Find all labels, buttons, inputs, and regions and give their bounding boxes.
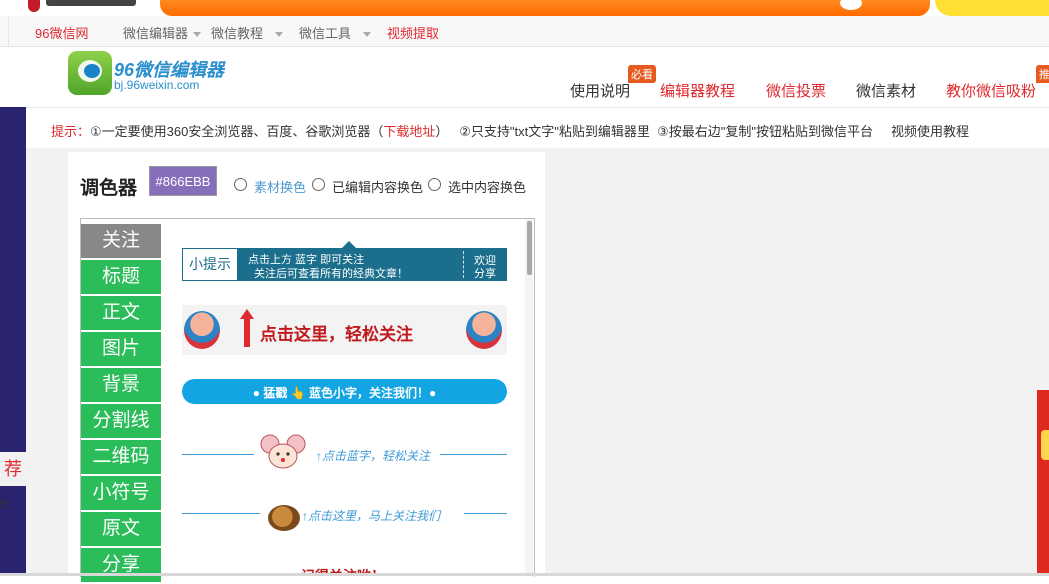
top-navigation: 96微信网 微信编辑器 微信教程 微信工具 视频提取 xyxy=(0,16,1049,47)
nav-editor[interactable]: 微信编辑器 xyxy=(123,23,202,42)
material-3-text: ● 猛戳 👆 蓝色小字，关注我们！● xyxy=(252,386,437,400)
radio-selected-recolor[interactable] xyxy=(428,178,441,191)
recommend-badge: 推 xyxy=(1036,65,1049,83)
right-ad-strip[interactable] xyxy=(1037,390,1049,576)
tip-paren: ） xyxy=(435,124,449,139)
radio-edited-recolor[interactable] xyxy=(312,178,325,191)
nav-tutorial[interactable]: 微信教程 xyxy=(211,23,284,42)
nav-gain-fans[interactable]: 教你微信吸粉 xyxy=(946,80,1036,101)
material-follow-tip[interactable]: 小提示 点击上方 蓝字 即可关注 关注后可查看所有的经典文章！ 欢迎 分享 xyxy=(182,241,507,281)
nav-tools[interactable]: 微信工具 xyxy=(299,23,372,42)
nav-tutorial-label: 微信教程 xyxy=(211,26,264,41)
ad-yellow-button[interactable] xyxy=(935,0,1049,16)
category-image[interactable]: 图片 xyxy=(81,332,161,368)
top-ad-banner[interactable] xyxy=(0,0,1049,16)
category-share[interactable]: 分享 xyxy=(81,548,161,584)
divider-line xyxy=(440,454,507,455)
tip-text: 提示：①一定要使用360安全浏览器、百度、谷歌浏览器（下载地址） ②只支持"tx… xyxy=(51,121,969,140)
material-5-text[interactable]: ↑点击这里，马上关注我们 xyxy=(302,507,440,524)
material-4-text[interactable]: ↑点击蓝字，轻松关注 xyxy=(316,447,430,464)
dashed-divider xyxy=(463,251,465,278)
divider xyxy=(8,16,9,46)
must-see-badge: 必看 xyxy=(628,65,656,83)
material-blue-pill[interactable]: ● 猛戳 👆 蓝色小字，关注我们！● xyxy=(182,379,507,404)
cartoon-mouse-icon[interactable] xyxy=(258,434,308,474)
video-tutorial-link[interactable]: 视频使用教程 xyxy=(891,124,969,139)
radio-material-recolor[interactable] xyxy=(234,178,247,191)
arrow-shaft xyxy=(244,317,250,347)
share-label: 分享 xyxy=(474,268,496,280)
material-line-2: 关注后可查看所有的经典文章！ xyxy=(254,268,408,280)
ad-label: 告 xyxy=(0,500,10,511)
tip-browser-note: ①一定要使用360安全浏览器、百度、谷歌浏览器（ xyxy=(90,124,384,139)
logo-bubble-icon xyxy=(84,64,100,78)
radio-selected-recolor-label[interactable]: 选中内容换色 xyxy=(448,177,526,196)
nav-site-home[interactable]: 96微信网 xyxy=(35,23,88,42)
color-picker-label: 调色器 xyxy=(80,178,138,199)
scrollbar-thumb[interactable] xyxy=(527,221,532,275)
category-qrcode[interactable]: 二维码 xyxy=(81,440,161,476)
material-2-text: 点击这里，轻松关注 xyxy=(260,325,413,344)
tip-txt-note: ②只支持"txt文字"粘贴到编辑器里 xyxy=(459,124,650,139)
pointer-notch xyxy=(342,241,356,248)
category-body[interactable]: 正文 xyxy=(81,296,161,332)
chevron-down-icon xyxy=(193,32,202,38)
tip-prefix: 提示： xyxy=(51,124,91,139)
nav-usage-guide[interactable]: 使用说明 xyxy=(570,80,630,101)
chevron-down-icon xyxy=(275,32,284,38)
chevron-down-icon xyxy=(363,32,372,38)
category-original[interactable]: 原文 xyxy=(81,512,161,548)
category-divider[interactable]: 分割线 xyxy=(81,404,161,440)
radio-material-recolor-label[interactable]: 素材换色 xyxy=(254,177,306,196)
radio-edited-recolor-label[interactable]: 已编辑内容换色 xyxy=(332,177,423,196)
banner-logo xyxy=(46,0,136,6)
mascot-icon xyxy=(28,0,40,12)
tip-box-label: 小提示 xyxy=(182,248,238,281)
category-background[interactable]: 背景 xyxy=(81,368,161,404)
nav-editor-tutorial[interactable]: 编辑器教程 xyxy=(660,80,735,101)
nav-wechat-materials[interactable]: 微信素材 xyxy=(856,80,916,101)
divider-line xyxy=(464,513,507,514)
nav-editor-label: 微信编辑器 xyxy=(123,26,189,41)
cartoon-character-icon xyxy=(466,311,502,349)
tip-bar: 提示：①一定要使用360安全浏览器、百度、谷歌浏览器（下载地址） ②只支持"tx… xyxy=(26,107,1049,148)
nav-wechat-vote[interactable]: 微信投票 xyxy=(766,80,826,101)
material-click-follow[interactable]: 点击这里，轻松关注 xyxy=(182,305,507,355)
category-symbol[interactable]: 小符号 xyxy=(81,476,161,512)
ad-orange-strip xyxy=(160,0,930,16)
divider-line xyxy=(182,513,260,514)
nav-tools-label: 微信工具 xyxy=(299,26,352,41)
cartoon-character-icon xyxy=(184,311,220,349)
divider-line xyxy=(182,454,254,455)
cartoon-bear-icon[interactable] xyxy=(268,505,300,531)
color-swatch-input[interactable]: #866EBB xyxy=(149,166,217,196)
category-follow[interactable]: 关注 xyxy=(81,224,161,260)
category-title[interactable]: 标题 xyxy=(81,260,161,296)
tip-copy-note: ③按最右边"复制"按钮粘贴到微信平台 xyxy=(657,124,873,139)
recommend-tag[interactable]: 荐 xyxy=(0,452,26,486)
logo-url[interactable]: bj.96weixin.com xyxy=(114,78,199,92)
nav-video-extract[interactable]: 视频提取 xyxy=(387,23,439,42)
download-link[interactable]: 下载地址 xyxy=(383,124,435,139)
